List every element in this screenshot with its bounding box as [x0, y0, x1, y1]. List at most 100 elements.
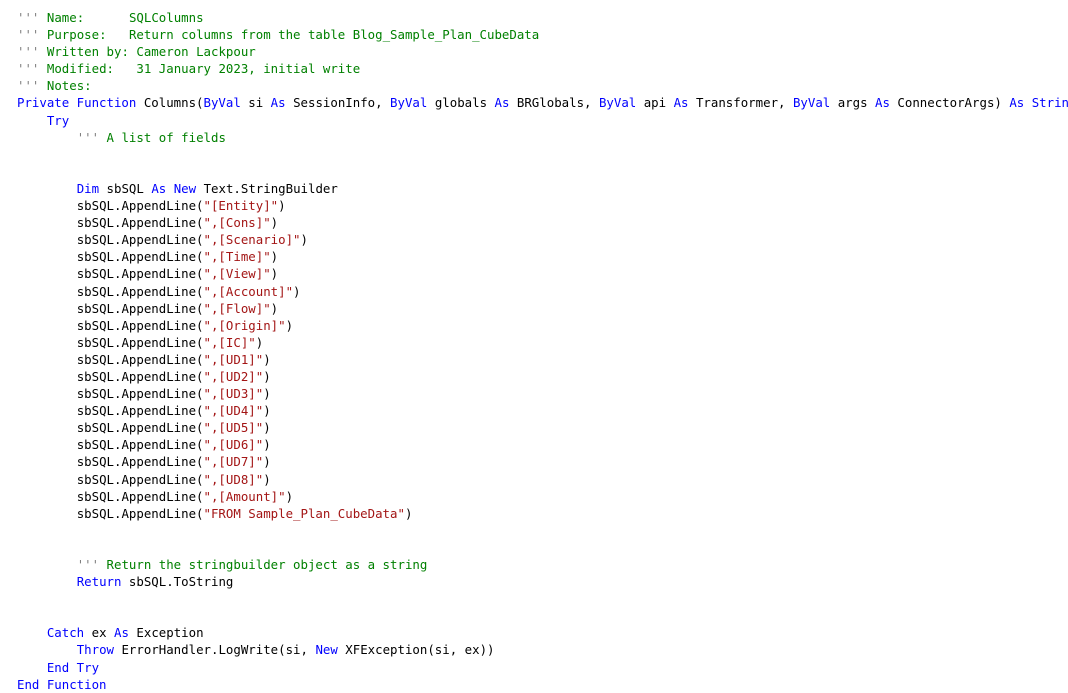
append-call-10: sbSQL.AppendLine( — [76, 368, 204, 384]
doc-purpose-value: Return columns from the table Blog_Sampl… — [128, 27, 540, 43]
param-type-1: BRGlobals — [516, 95, 585, 111]
append-call-5: sbSQL.AppendLine( — [76, 283, 204, 299]
code-line-append-11: sbSQL.AppendLine(",[UD3]") — [76, 386, 271, 402]
comment-marker: ''' — [17, 10, 40, 25]
append-literal-3: ",[Time]" — [203, 249, 271, 265]
code-line-append-0: sbSQL.AppendLine("[Entity]") — [76, 198, 286, 214]
doc-name-label: Name: — [46, 10, 85, 25]
code-line-append-6: sbSQL.AppendLine(",[Flow]") — [76, 300, 279, 316]
code-line-append-12: sbSQL.AppendLine(",[UD4]") — [76, 403, 271, 419]
exception-type: Exception — [136, 625, 204, 641]
code-line-append-9: sbSQL.AppendLine(",[UD1]") — [76, 351, 271, 367]
append-literal-14: ",[UD6]" — [203, 437, 264, 453]
append-call-6: sbSQL.AppendLine( — [76, 300, 204, 316]
append-call-18: sbSQL.AppendLine( — [76, 505, 204, 521]
code-line-append-2: sbSQL.AppendLine(",[Scenario]") — [76, 232, 308, 248]
append-literal-1: ",[Cons]" — [203, 215, 271, 231]
doc-purpose-label: Purpose: — [46, 27, 107, 43]
code-line-function-signature: Private Function Columns(ByVal si As Ses… — [0, 94, 1068, 111]
builder-variable-name: sbSQL — [106, 180, 144, 196]
code-line-throw: Throw ErrorHandler.LogWrite(si, New XFEx… — [76, 642, 495, 658]
append-call-9: sbSQL.AppendLine( — [76, 351, 204, 367]
code-line-comment-return: ''' Return the stringbuilder object as a… — [0, 556, 1068, 573]
keyword-new: New — [173, 180, 197, 196]
code-line-append-13: sbSQL.AppendLine(",[UD5]") — [76, 420, 271, 436]
append-call-4: sbSQL.AppendLine( — [76, 266, 204, 282]
code-line-append-1: sbSQL.AppendLine(",[Cons]") — [76, 215, 279, 231]
append-literal-9: ",[UD1]" — [203, 351, 264, 367]
append-call-11: sbSQL.AppendLine( — [76, 386, 204, 402]
append-call-7: sbSQL.AppendLine( — [76, 317, 204, 333]
code-line-dim-builder: Dim sbSQL As New Text.StringBuilder — [0, 180, 1068, 197]
append-literal-2: ",[Scenario]" — [203, 232, 301, 248]
code-line-append-10: sbSQL.AppendLine(",[UD2]") — [76, 368, 271, 384]
comment-marker: ''' — [17, 44, 40, 60]
append-call-13: sbSQL.AppendLine( — [76, 420, 204, 436]
code-line-doc-written-by: ''' Written by: Cameron Lackpour — [0, 43, 1068, 60]
append-call-1: sbSQL.AppendLine( — [76, 215, 204, 231]
code-editor-view[interactable]: ''' Name: SQLColumns ''' Purpose: Return… — [0, 0, 1068, 692]
append-literal-17: ",[Amount]" — [203, 488, 286, 504]
append-literal-6: ",[Flow]" — [203, 300, 271, 316]
keyword-as: As — [114, 625, 129, 641]
code-line-append-4: sbSQL.AppendLine(",[View]") — [76, 266, 279, 282]
comment-fields-text: A list of fields — [106, 129, 226, 145]
code-line-doc-notes: ''' Notes: — [0, 77, 1068, 94]
append-call-17: sbSQL.AppendLine( — [76, 488, 204, 504]
code-line-append-3: sbSQL.AppendLine(",[Time]") — [76, 249, 279, 265]
append-literal-10: ",[UD2]" — [203, 368, 264, 384]
comment-marker: ''' — [17, 78, 40, 94]
keyword-end-try: End Try — [46, 659, 100, 675]
comment-marker: ''' — [17, 61, 40, 77]
append-call-8: sbSQL.AppendLine( — [76, 334, 204, 350]
code-line-append-15: sbSQL.AppendLine(",[UD7]") — [76, 454, 271, 470]
keyword-try: Try — [46, 112, 70, 128]
return-expression: sbSQL.ToString — [128, 574, 234, 590]
append-literal-16: ",[UD8]" — [203, 471, 264, 487]
append-literal-4: ",[View]" — [203, 266, 271, 282]
append-literal-18: "FROM Sample_Plan_CubeData" — [203, 505, 405, 521]
param-type-0: SessionInfo — [293, 95, 376, 111]
function-name: Columns — [143, 95, 197, 111]
keyword-catch: Catch — [46, 625, 85, 641]
doc-notes-label: Notes: — [46, 78, 92, 94]
append-call-15: sbSQL.AppendLine( — [76, 454, 204, 470]
builder-type: Text.StringBuilder — [203, 180, 338, 196]
append-call-2: sbSQL.AppendLine( — [76, 232, 204, 248]
code-line-return: Return sbSQL.ToString — [0, 573, 1068, 590]
append-call-3: sbSQL.AppendLine( — [76, 249, 204, 265]
append-literal-7: ",[Origin]" — [203, 317, 286, 333]
code-line-end-try: End Try — [0, 659, 1068, 676]
append-literal-13: ",[UD5]" — [203, 420, 264, 436]
code-line-doc-name: ''' Name: SQLColumns — [0, 9, 1068, 26]
param-name-1: globals — [434, 95, 488, 111]
keyword-as: As — [151, 180, 167, 196]
comment-marker: ''' — [76, 129, 100, 145]
append-literal-8: ",[IC]" — [203, 334, 256, 350]
append-literal-15: ",[UD7]" — [203, 454, 264, 470]
code-line-catch: Catch ex As Exception — [0, 624, 1068, 641]
code-line-append-18: sbSQL.AppendLine("FROM Sample_Plan_CubeD… — [76, 505, 413, 521]
code-line-append-8: sbSQL.AppendLine(",[IC]") — [76, 334, 264, 350]
append-lines-block: sbSQL.AppendLine("[Entity]") sbSQL.Appen… — [0, 197, 1068, 522]
param-name-2: api — [643, 95, 667, 111]
return-type: String — [1031, 95, 1068, 111]
doc-name-value: SQLColumns — [128, 10, 204, 25]
code-line-end-function: End Function — [0, 676, 1068, 693]
append-literal-0: "[Entity]" — [203, 198, 279, 214]
param-type-2: Transformer — [695, 95, 779, 111]
param-name-0: si — [248, 95, 264, 111]
append-call-12: sbSQL.AppendLine( — [76, 403, 204, 419]
code-line-doc-modified: ''' Modified: 31 January 2023, initial w… — [0, 60, 1068, 77]
param-type-3: ConnectorArgs — [897, 95, 995, 111]
keyword-end-function: End Function — [17, 676, 107, 692]
append-call-0: sbSQL.AppendLine( — [76, 198, 204, 214]
code-line-append-16: sbSQL.AppendLine(",[UD8]") — [76, 471, 271, 487]
doc-modified-label: Modified: — [46, 61, 114, 77]
